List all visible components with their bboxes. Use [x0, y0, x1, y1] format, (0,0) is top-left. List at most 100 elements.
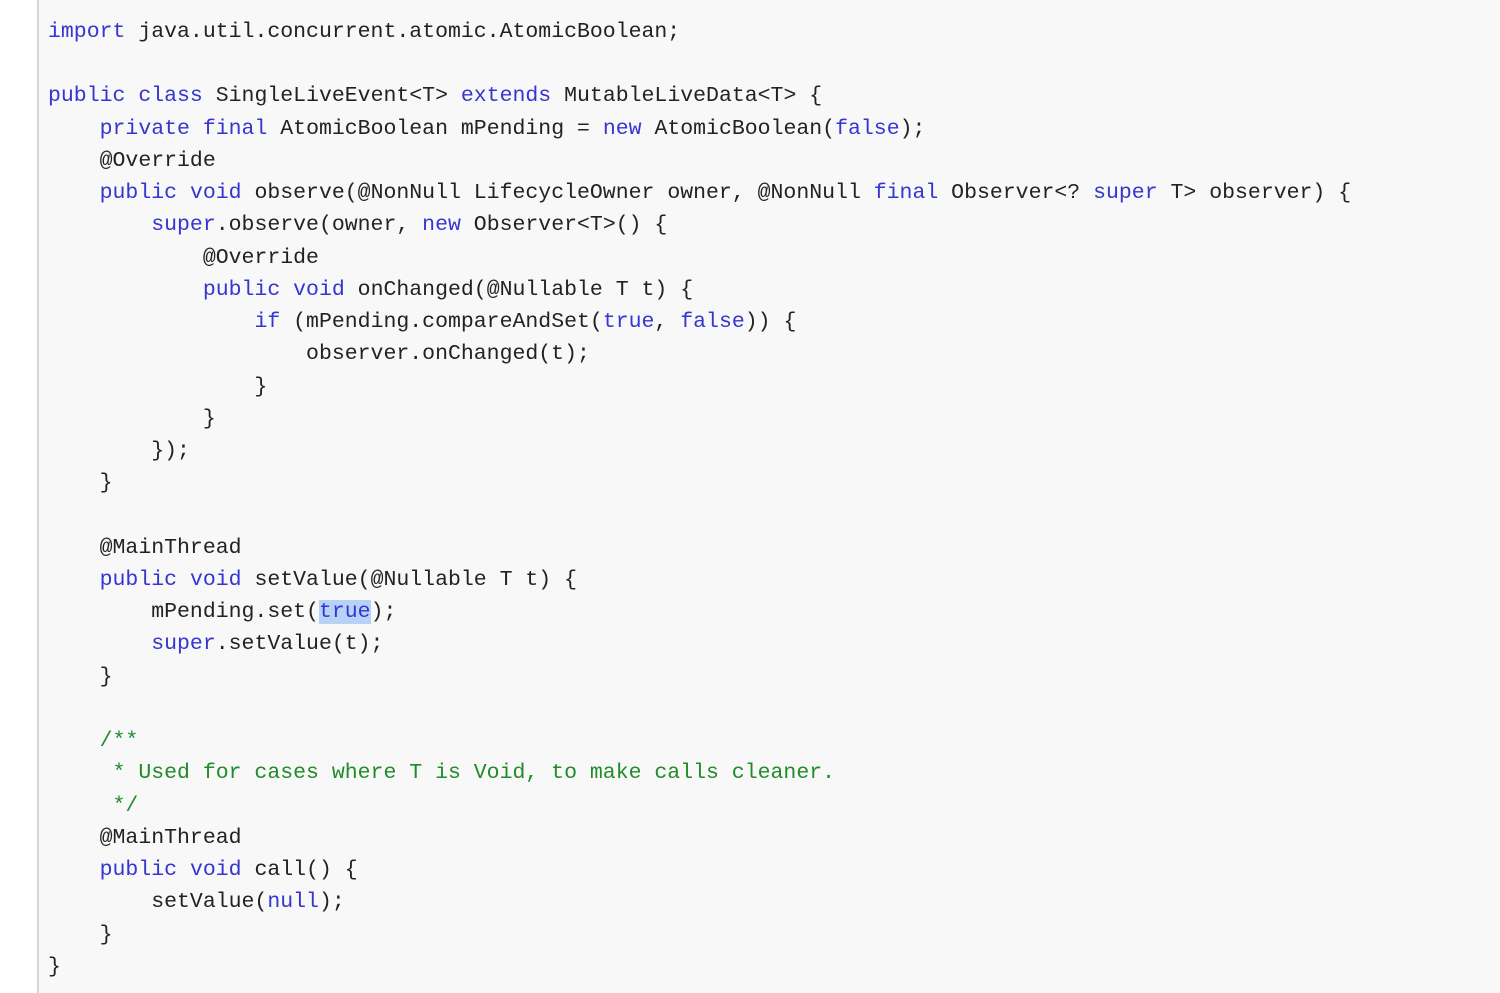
- code-line: }: [48, 371, 1500, 403]
- code-text: setValue(@Nullable T t) {: [241, 567, 578, 592]
- code-line: mPending.set(true);: [48, 596, 1500, 628]
- code-keyword: public: [99, 858, 178, 883]
- code-keyword: void: [293, 277, 345, 302]
- code-text: @MainThread: [48, 825, 242, 850]
- code-line: @Override: [48, 145, 1500, 177]
- code-line: */: [48, 790, 1500, 822]
- code-line: }: [48, 919, 1500, 951]
- code-keyword: import: [48, 20, 126, 44]
- code-text: }: [48, 406, 216, 431]
- code-text: T> observer) {: [1157, 181, 1352, 206]
- code-keyword: false: [835, 116, 900, 141]
- code-text: @MainThread: [48, 535, 242, 560]
- code-text: observer.onChanged(t);: [48, 342, 590, 367]
- code-keyword: public: [99, 567, 178, 592]
- code-line: public void setValue(@Nullable T t) {: [48, 564, 1500, 596]
- code-line: @Override: [48, 242, 1500, 274]
- code-text: onChanged(@Nullable T t) {: [344, 277, 694, 302]
- code-line: }: [48, 403, 1500, 435]
- code-line: super.observe(owner, new Observer<T>() {: [48, 209, 1500, 241]
- code-keyword: null: [267, 890, 319, 915]
- code-line: @MainThread: [48, 532, 1500, 564]
- code-keyword: class: [138, 84, 203, 109]
- code-line: private final AtomicBoolean mPending = n…: [48, 113, 1500, 145]
- code-keyword: extends: [460, 84, 552, 109]
- code-text: .setValue(t);: [215, 632, 384, 657]
- code-keyword: private: [99, 116, 190, 141]
- code-text: (mPending.compareAndSet(: [280, 310, 603, 335]
- code-text: }: [48, 374, 268, 399]
- code-keyword: final: [873, 181, 939, 206]
- code-text: )) {: [744, 310, 797, 335]
- code-keyword: super: [151, 632, 216, 657]
- selected-text: true: [318, 600, 371, 625]
- code-text: );: [899, 116, 926, 141]
- code-text: AtomicBoolean(: [641, 116, 836, 141]
- code-comment: /**: [48, 729, 139, 754]
- code-text: }: [48, 954, 61, 979]
- code-keyword: if: [254, 310, 281, 335]
- code-line: * Used for cases where T is Void, to mak…: [48, 757, 1500, 789]
- code-text: });: [48, 439, 190, 464]
- code-text: observe(@NonNull LifecycleOwner owner, @…: [241, 181, 874, 206]
- code-block: import java.util.concurrent.atomic.Atomi…: [37, 0, 1500, 993]
- code-line: public class SingleLiveEvent<T> extends …: [48, 80, 1500, 112]
- code-line: import java.util.concurrent.atomic.Atomi…: [48, 16, 1500, 48]
- code-line: public void observe(@NonNull LifecycleOw…: [48, 177, 1500, 209]
- code-line: }: [48, 661, 1500, 693]
- code-keyword: public: [202, 277, 281, 302]
- code-keyword: final: [202, 116, 268, 141]
- code-line: });: [48, 435, 1500, 467]
- code-keyword: new: [602, 116, 642, 141]
- code-listing[interactable]: import java.util.concurrent.atomic.Atomi…: [39, 0, 1500, 983]
- code-text: Observer<?: [938, 181, 1094, 206]
- code-text: ,: [654, 310, 681, 335]
- code-text: call() {: [241, 858, 358, 883]
- code-line: @MainThread: [48, 822, 1500, 854]
- code-line: super.setValue(t);: [48, 628, 1500, 660]
- code-keyword: new: [422, 213, 461, 238]
- code-line: }: [48, 951, 1500, 983]
- code-text: MutableLiveData<T> {: [551, 84, 823, 109]
- code-text: @Override: [48, 148, 216, 173]
- code-line: observer.onChanged(t);: [48, 338, 1500, 370]
- code-keyword: public: [48, 84, 126, 109]
- code-comment: * Used for cases where T is Void, to mak…: [48, 761, 836, 786]
- code-text: .observe(owner,: [215, 213, 423, 238]
- code-comment: */: [48, 793, 139, 818]
- code-keyword: void: [189, 567, 242, 592]
- code-text: );: [318, 890, 345, 915]
- code-line: setValue(null);: [48, 886, 1500, 918]
- code-text: SingleLiveEvent<T>: [202, 84, 461, 109]
- code-keyword: void: [189, 181, 242, 206]
- code-keyword: void: [189, 858, 242, 883]
- code-line: public void onChanged(@Nullable T t) {: [48, 274, 1500, 306]
- code-line: /**: [48, 725, 1500, 757]
- code-line: }: [48, 467, 1500, 499]
- code-text: }: [48, 471, 113, 496]
- code-keyword: super: [1093, 181, 1158, 206]
- code-keyword: public: [99, 181, 178, 206]
- code-line: public void call() {: [48, 854, 1500, 886]
- code-text: );: [370, 600, 397, 625]
- code-keyword: super: [151, 213, 216, 238]
- code-text: setValue(: [48, 890, 268, 915]
- code-text: java.util.concurrent.atomic.AtomicBoolea…: [125, 20, 681, 44]
- code-line: if (mPending.compareAndSet(true, false))…: [48, 306, 1500, 338]
- code-text: mPending.set(: [48, 600, 319, 625]
- code-text: AtomicBoolean mPending =: [267, 116, 603, 141]
